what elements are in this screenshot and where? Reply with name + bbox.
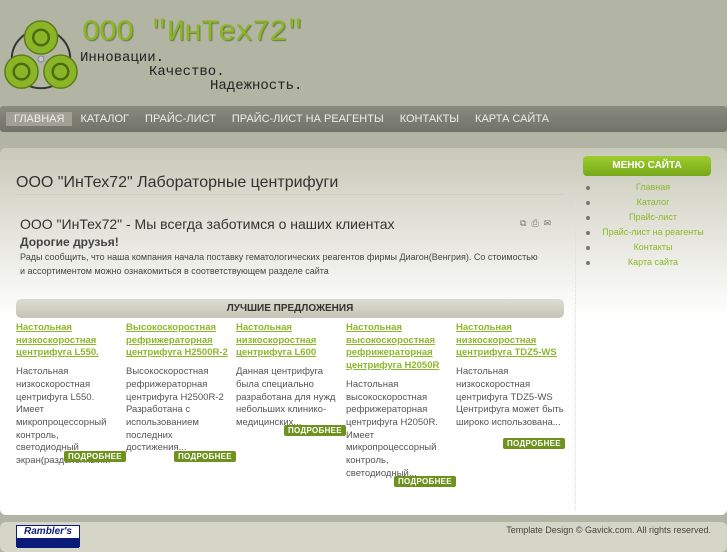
main-nav: ГЛАВНАЯ КАТАЛОГ ПРАЙС-ЛИСТ ПРАЙС-ЛИСТ НА… — [0, 106, 727, 132]
nav-price-list[interactable]: ПРАЙС-ЛИСТ — [137, 112, 224, 126]
sidebar-item-contacts[interactable]: Контакты — [634, 242, 673, 252]
nav-home[interactable]: ГЛАВНАЯ — [6, 112, 73, 126]
nav-sitemap[interactable]: КАРТА САЙТА — [467, 112, 557, 126]
more-button[interactable]: ПОДРОБНЕЕ — [284, 425, 346, 436]
pdf-icon[interactable]: ⧉ — [520, 219, 526, 229]
email-icon[interactable]: ✉ — [544, 219, 552, 229]
counter-label: Rambler's — [24, 526, 72, 537]
column-separator — [575, 200, 576, 510]
sidebar-menu: Главная Каталог Прайс-лист Прайс-лист на… — [583, 180, 723, 270]
product-card: Настольная низкоскоростная центрифуга L5… — [16, 322, 124, 468]
product-link[interactable]: Высокоскоростная рефрижераторная центриф… — [126, 322, 234, 360]
print-icon[interactable]: ⎙ — [531, 219, 538, 229]
divider — [16, 194, 564, 195]
product-link[interactable]: Настольная высокоскоростная рефрижератор… — [346, 322, 454, 373]
product-card: Настольная высокоскоростная рефрижератор… — [346, 322, 454, 480]
product-card: Настольная низкоскоростная центрифуга TD… — [456, 322, 564, 430]
intro-text: Рады сообщить, что наша компания начала … — [20, 252, 538, 276]
best-offers-header: ЛУЧШИЕ ПРЕДЛОЖЕНИЯ — [16, 299, 564, 318]
article-title: ООО "ИнТех72" - Мы всегда заботимся о на… — [20, 216, 395, 232]
greeting: Дорогие друзья! — [20, 235, 119, 249]
product-desc: Настольная высокоскоростная рефрижератор… — [346, 378, 438, 479]
product-link[interactable]: Настольная низкоскоростная центрифуга TD… — [456, 322, 564, 360]
logo-triskelion-icon — [4, 20, 78, 90]
product-card: Высокоскоростная рефрижераторная центриф… — [126, 322, 234, 455]
nav-catalog[interactable]: КАТАЛОГ — [72, 112, 137, 126]
product-link[interactable]: Настольная низкоскоростная центрифуга L5… — [16, 322, 124, 360]
slogan-3: Надежность. — [210, 78, 303, 94]
product-desc: Высокоскоростная рефрижераторная центриф… — [126, 366, 224, 454]
product-card: Настольная низкоскоростная центрифуга L6… — [236, 322, 344, 430]
sidebar-item-reagents[interactable]: Прайс-лист на реагенты — [602, 227, 704, 237]
product-link[interactable]: Настольная низкоскоростная центрифуга L6… — [236, 322, 344, 360]
sidebar-title: МЕНЮ САЙТА — [583, 156, 711, 176]
rambler-counter[interactable]: Rambler's — [16, 525, 80, 548]
more-button[interactable]: ПОДРОБНЕЕ — [394, 476, 456, 487]
sidebar-item-price-list[interactable]: Прайс-лист — [629, 212, 677, 222]
nav-contacts[interactable]: КОНТАКТЫ — [392, 112, 467, 126]
page-title: ООО "ИнТех72" Лабораторные центрифуги — [16, 174, 339, 191]
brand-title: ООО "ИнТех72" — [82, 16, 304, 50]
more-button[interactable]: ПОДРОБНЕЕ — [64, 451, 126, 462]
sidebar-item-catalog[interactable]: Каталог — [637, 197, 670, 207]
sidebar-item-sitemap[interactable]: Карта сайта — [628, 257, 678, 267]
more-button[interactable]: ПОДРОБНЕЕ — [174, 451, 236, 462]
product-desc: Данная центрифуга была специально разраб… — [236, 366, 336, 428]
product-desc: Настольная низкоскоростная центрифуга TD… — [456, 366, 564, 428]
sidebar-item-home[interactable]: Главная — [636, 182, 670, 192]
more-button[interactable]: ПОДРОБНЕЕ — [503, 438, 565, 449]
nav-reagents-price[interactable]: ПРАЙС-ЛИСТ НА РЕАГЕНТЫ — [224, 112, 392, 126]
copyright: Template Design © Gavick.com. All rights… — [506, 525, 711, 535]
